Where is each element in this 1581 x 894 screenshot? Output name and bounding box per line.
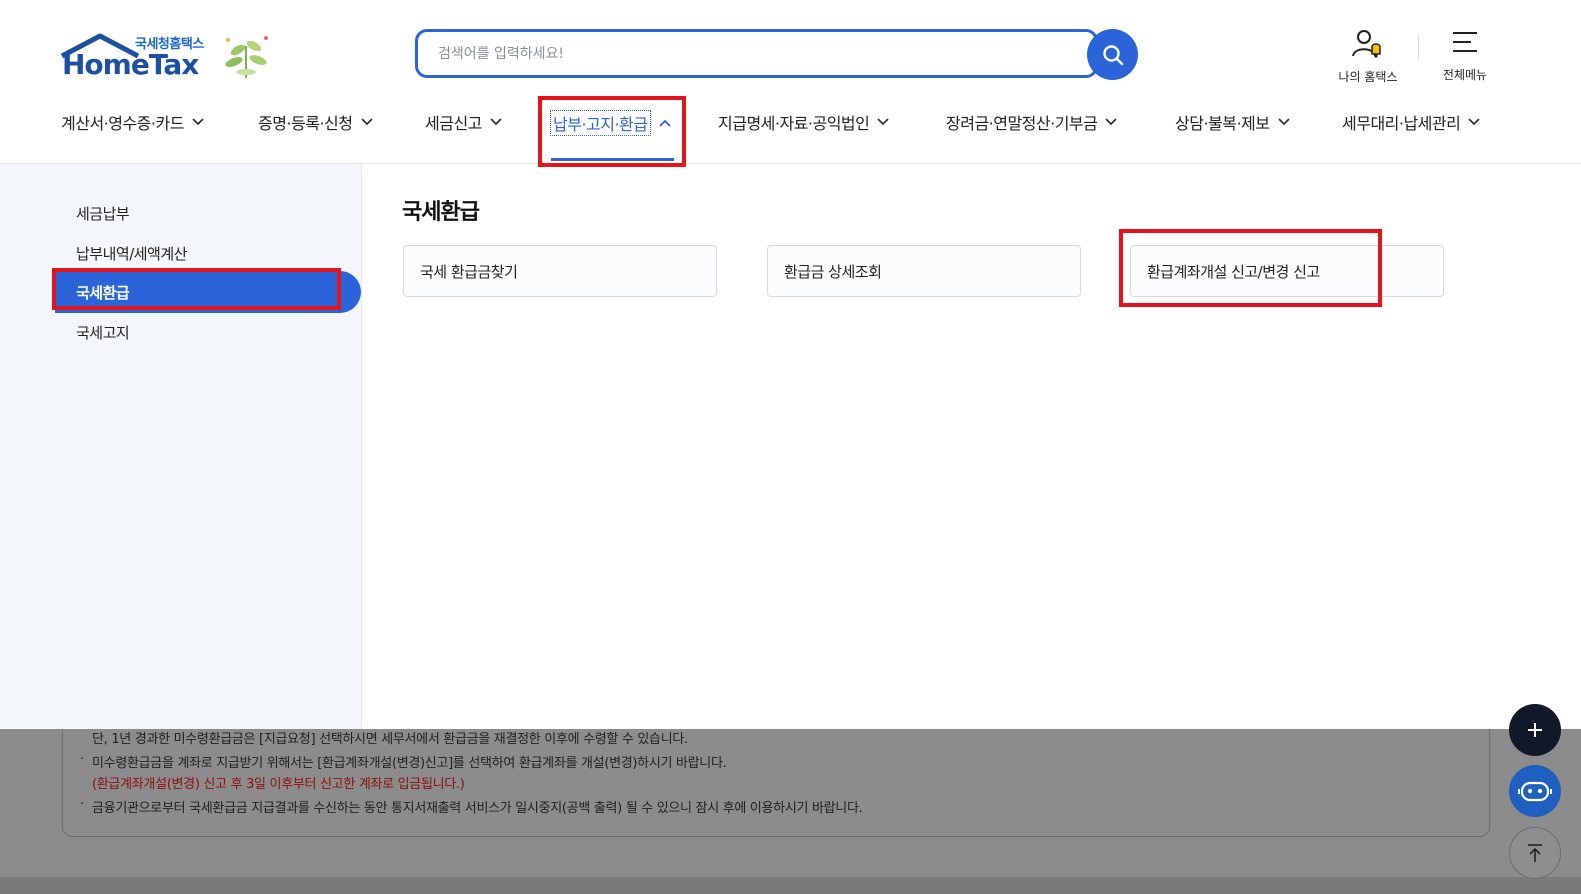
gnb-label: 계산서·영수증·카드 [61, 114, 184, 133]
chevron-down-icon [1277, 118, 1290, 126]
gnb-item-payment-refund[interactable]: 납부·고지·환급 [550, 110, 671, 136]
util-divider [1418, 34, 1419, 60]
gnb-label: 증명·등록·신청 [258, 114, 353, 133]
chevron-down-icon [360, 118, 373, 126]
site-header: 국세청홈택스 HomeTax 나의 홈택스 [0, 0, 1581, 164]
plant-icon [225, 36, 268, 78]
search-input[interactable] [418, 32, 1095, 75]
chevron-up-icon [658, 119, 671, 127]
plus-icon [1528, 723, 1542, 737]
chevron-down-icon [877, 118, 890, 126]
gnb-label: 지급명세·자료·공익법인 [718, 114, 870, 133]
gnb-label: 상담·불복·제보 [1175, 114, 1270, 133]
global-nav: 계산서·영수증·카드 증명·등록·신청 세금신고 납부·고지·환급 지급명세·자… [0, 98, 1581, 148]
my-hometax-label: 나의 홈택스 [1338, 70, 1398, 84]
search-button[interactable] [1087, 29, 1138, 80]
gnb-label: 납부·고지·환급 [550, 110, 651, 136]
floating-plus-button[interactable] [1509, 704, 1561, 756]
card-find-refund[interactable]: 국세 환급금찾기 [403, 245, 717, 297]
notice-line: 미수령환급금을 계좌로 지급받기 위해서는 [환급계좌개설(변경)신고]를 선택… [92, 756, 727, 771]
notice-bullet: · [80, 752, 84, 767]
chevron-down-icon [192, 118, 204, 126]
gnb-item-incentive[interactable]: 장려금·연말정산·기부금 [946, 110, 1118, 134]
gnb-label: 장려금·연말정산·기부금 [946, 114, 1098, 133]
arrow-up-icon [1528, 844, 1542, 862]
side-nav-item-tax-payment[interactable]: 세금납부 [76, 203, 130, 224]
card-refund-detail[interactable]: 환급금 상세조회 [767, 245, 1081, 297]
notice-bullet: · [80, 797, 84, 812]
card-refund-account[interactable]: 환급계좌개설 신고/변경 신고 [1130, 245, 1444, 297]
chevron-down-icon [490, 118, 502, 126]
gnb-item-certificate[interactable]: 증명·등록·신청 [258, 110, 373, 134]
gnb-item-tax-agent[interactable]: 세무대리·납세관리 [1342, 110, 1480, 134]
notice-line-red: (환급계좌개설(변경) 신고 후 3일 이후부터 신고한 계좌로 입금됩니다.) [92, 777, 465, 792]
user-bell-icon [1352, 30, 1381, 58]
robot-icon [1518, 781, 1552, 802]
active-tab-underline [551, 158, 674, 161]
chevron-down-icon [1105, 118, 1118, 126]
gnb-item-payment-statement[interactable]: 지급명세·자료·공익법인 [718, 110, 890, 134]
footer-strip [0, 877, 1581, 894]
scroll-top-button[interactable] [1509, 827, 1561, 879]
gnb-item-consult[interactable]: 상담·불복·제보 [1175, 110, 1290, 134]
my-hometax-button[interactable]: 나의 홈택스 [1328, 28, 1408, 85]
side-nav-item-payment-history[interactable]: 납부내역/세액계산 [76, 243, 187, 264]
side-nav-item-notice[interactable]: 국세고지 [76, 322, 130, 343]
gnb-item-tax-report[interactable]: 세금신고 [425, 110, 502, 134]
all-menu-label: 전체메뉴 [1442, 68, 1488, 82]
notice-line: 금융기관으로부터 국세환급금 지급결과를 수신하는 동안 통지서재출력 서비스가… [92, 801, 863, 816]
hamburger-icon [1453, 32, 1477, 52]
gnb-item-invoice[interactable]: 계산서·영수증·카드 [61, 110, 204, 134]
search-icon [1102, 44, 1123, 65]
all-menu-button[interactable]: 전체메뉴 [1425, 28, 1505, 83]
hometax-logo[interactable]: 국세청홈택스 HomeTax [60, 28, 280, 84]
search-bar[interactable] [415, 29, 1098, 78]
side-nav-item-refund-label: 국세환급 [76, 284, 130, 302]
notice-line: 단, 1년 경과한 미수령환급금은 [지급요청] 선택하시면 세무서에서 환급금… [92, 732, 688, 747]
page-title: 국세환급 [402, 200, 480, 225]
gnb-label: 세금신고 [425, 114, 482, 133]
gnb-label: 세무대리·납세관리 [1342, 114, 1461, 133]
chatbot-button[interactable] [1509, 765, 1561, 817]
logo-title: HomeTax [62, 48, 199, 81]
chevron-down-icon [1468, 118, 1480, 126]
